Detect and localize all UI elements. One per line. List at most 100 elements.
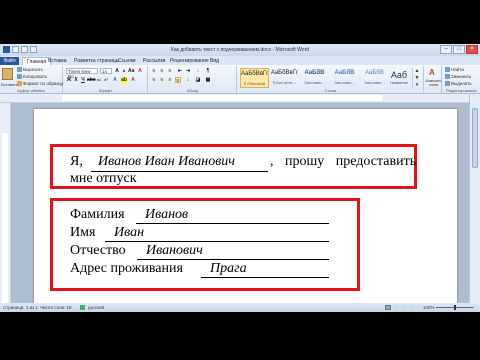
clear-format-icon[interactable]: A [137,68,143,74]
line-spacing-icon[interactable]: ↕ [185,77,191,83]
change-styles-icon: A [429,68,435,77]
proofing-icon[interactable] [80,305,85,310]
tab-view[interactable]: Вид [210,57,219,65]
tab-home[interactable]: Главная [22,57,52,65]
field-name-label: Имя [70,225,96,240]
vertical-ruler[interactable] [0,103,11,303]
scroll-thumb[interactable] [472,108,478,168]
binoculars-icon [445,67,450,73]
grow-font-icon[interactable]: A [114,68,120,74]
underline-button[interactable]: Ч [80,77,86,83]
shrink-font-icon[interactable]: A [121,68,127,74]
status-bar: Страница: 1 из 1 Число слов: 16 русский … [0,303,480,312]
superscript-button[interactable]: x² [103,77,109,83]
increase-indent-icon[interactable]: ⇥ [185,68,191,74]
tab-insert[interactable]: Вставка [48,57,67,65]
sort-icon[interactable]: ↕ [195,68,201,74]
shading-icon[interactable]: ◪ [195,77,201,83]
font-name-select[interactable]: Times New Ro [66,68,98,79]
horizontal-ruler[interactable] [0,94,480,103]
show-marks-icon[interactable]: ¶ [205,68,211,74]
screen: Как добавить текст с подчеркиванием.docx… [0,0,480,360]
font-group-label: Шрифт [98,88,113,93]
paste-icon[interactable] [2,68,13,80]
numbering-icon[interactable]: ≡ [159,68,165,74]
replace-button[interactable]: Заменить [445,74,471,80]
clipboard-group-label: Буфер обмена [17,88,45,93]
ribbon: Вставить Вырезать Копировать Формат по о… [0,65,480,94]
field-patronymic-label: Отчество [70,243,126,258]
styles-group-label: Стили [324,88,337,93]
full-screen-icon[interactable] [393,305,399,310]
justify-icon[interactable]: ≡ [175,77,181,84]
align-left-icon[interactable]: ≡ [151,77,157,83]
italic-button[interactable]: К [73,77,79,83]
line2-text: мне отпуск [70,171,137,186]
ribbon-tabs: Файл Главная Вставка Разметка страницы С… [0,56,480,65]
document-page[interactable]: Я, Иванов Иван Иванович , прошу предоста… [34,109,457,303]
decrease-indent-icon[interactable]: ⇤ [177,68,183,74]
find-button[interactable]: Найти [445,67,464,73]
change-styles-button[interactable]: A Изменить стили [425,66,442,93]
close-button[interactable]: × [466,45,478,54]
change-case-icon[interactable]: Aa [128,68,134,74]
field-address-value: Прага [210,261,247,276]
status-words[interactable]: Число слов: 16 [40,305,72,310]
paragraph-group-label: Абзац [186,88,199,93]
styles-scroll[interactable]: ▲ ▼ ▾ [412,68,421,88]
line1-name: Иванов Иван Иванович [98,154,235,169]
scissors-icon [17,67,22,73]
line1-suffix: , прошу предоставить [270,154,417,169]
field-surname-value: Иванов [145,207,189,222]
align-center-icon[interactable]: ≡ [159,77,165,83]
tab-file[interactable]: Файл [0,57,19,65]
status-language[interactable]: русский [88,305,104,310]
maximize-button[interactable]: □ [453,45,465,54]
strikethrough-button[interactable]: abc [87,77,96,83]
field-name-line [105,241,329,242]
editing-group-label: Редактирование [446,88,477,93]
tab-page-layout[interactable]: Разметка страницы [74,57,119,65]
outline-icon[interactable] [409,305,415,310]
title-bar: Как добавить текст с подчеркиванием.docx… [0,44,480,56]
status-page[interactable]: Страница: 1 из 1 [3,305,38,310]
font-group: Times New Ro 14 A A Aa A Ж К Ч abc x₂ x²… [64,66,148,93]
replace-icon [445,74,450,80]
highlight-icon[interactable]: ab [121,77,127,83]
text-effects-icon[interactable]: A [112,77,118,83]
vertical-scrollbar[interactable] [469,94,480,303]
bullets-icon[interactable]: ≡ [151,68,157,74]
print-layout-icon[interactable] [385,305,391,310]
format-painter-button[interactable]: Формат по образцу [17,81,63,87]
field-patronymic-line [137,259,329,260]
bold-button[interactable]: Ж [66,77,72,83]
editing-group: Найти Заменить Выделить Редактирование [443,66,480,93]
style-heading-2[interactable]: AaБбВ Заголово... [330,68,359,88]
tab-review[interactable]: Рецензирование [170,57,209,65]
align-right-icon[interactable]: ≡ [167,77,173,83]
style-no-spacing[interactable]: AaБбВвГг ¶ Без инте... [270,68,299,88]
style-heading-1[interactable]: AaБбВ Заголово... [300,68,329,88]
select-button[interactable]: Выделить [445,81,472,87]
font-color-icon[interactable]: A [130,77,136,83]
style-normal[interactable]: AaБбВвГг ¶ Обычный [240,68,269,88]
cursor-icon [445,81,450,87]
zoom-level[interactable]: 100% [423,305,435,310]
style-title[interactable]: Aaб Название [388,68,410,88]
copy-button[interactable]: Копировать [17,74,47,80]
style-heading-3[interactable]: AaБбВ Заголово... [360,68,389,88]
line1-prefix: Я, [70,154,83,169]
field-surname-line [136,223,329,224]
field-name-value: Иван [114,225,145,240]
tab-mailings[interactable]: Рассылки [143,57,165,65]
cut-button[interactable]: Вырезать [17,67,43,73]
subscript-button[interactable]: x₂ [96,77,102,83]
zoom-slider-thumb[interactable] [454,305,456,310]
borders-icon[interactable]: ▦ [205,77,211,83]
web-layout-icon[interactable] [401,305,407,310]
paragraph-group: ≡ ≡ ≡ ⇤ ⇥ ↕ ¶ ≡ ≡ ≡ ≡ ↕ ◪ ▦ Абзац [149,66,237,93]
font-size-select[interactable]: 14 [100,68,112,74]
minimize-button[interactable]: – [440,45,452,54]
tab-references[interactable]: Ссылки [118,57,136,65]
multilevel-list-icon[interactable]: ≡ [167,68,173,74]
